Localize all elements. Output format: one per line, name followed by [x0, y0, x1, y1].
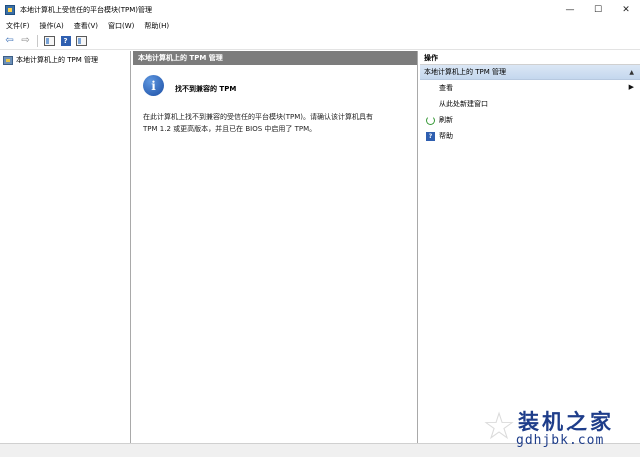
- action-new-window-label: 从此处新建窗口: [439, 100, 488, 108]
- menu-view[interactable]: 查看(V): [74, 21, 98, 31]
- show-hide-action-pane-button[interactable]: [75, 35, 88, 48]
- menu-file[interactable]: 文件(F): [6, 21, 30, 31]
- actions-pane: 操作 本地计算机上的 TPM 管理 ▲ 查看 ▶ 从此处新建窗口 刷新 ? 帮助: [420, 51, 640, 443]
- watermark: ☆ 装机之家 gdhjbk.com: [482, 403, 632, 451]
- window-controls: — ☐ ✕: [556, 0, 640, 19]
- collapse-caret-icon[interactable]: ▲: [629, 69, 634, 76]
- back-button[interactable]: ⇦: [3, 35, 16, 48]
- actions-section-header[interactable]: 本地计算机上的 TPM 管理 ▲: [420, 65, 640, 80]
- action-refresh-label: 刷新: [439, 116, 453, 124]
- maximize-button[interactable]: ☐: [584, 0, 612, 19]
- message-body-line-1: 在此计算机上找不到兼容的受信任的平台模块(TPM)。请确认该计算机具有: [143, 113, 373, 121]
- back-arrow-icon: ⇦: [5, 35, 14, 46]
- action-view[interactable]: 查看 ▶: [420, 80, 640, 96]
- result-pane: 本地计算机上的 TPM 管理 i 找不到兼容的 TPM 在此计算机上找不到兼容的…: [133, 51, 418, 443]
- watermark-title: 装机之家: [518, 409, 614, 434]
- toolbar: ⇦ ⇨ ?: [0, 33, 640, 50]
- submenu-arrow-icon: ▶: [628, 83, 634, 91]
- tree-item-tpm-management[interactable]: 本地计算机上的 TPM 管理: [3, 55, 98, 65]
- message-title: 找不到兼容的 TPM: [175, 85, 237, 93]
- watermark-url: gdhjbk.com: [516, 433, 605, 448]
- menu-window[interactable]: 窗口(W): [108, 21, 134, 31]
- console-tree-icon: [44, 36, 55, 46]
- show-hide-console-tree-button[interactable]: [43, 35, 56, 48]
- menu-action[interactable]: 操作(A): [40, 21, 64, 31]
- action-help-label: 帮助: [439, 132, 453, 140]
- console-tree-pane: 本地计算机上的 TPM 管理: [0, 51, 131, 443]
- window-title: 本地计算机上受信任的平台模块(TPM)管理: [20, 5, 152, 14]
- tpm-chip-icon: [3, 55, 13, 65]
- menu-help[interactable]: 帮助(H): [144, 21, 169, 31]
- message-body-line-2: TPM 1.2 或更高版本，并且已在 BIOS 中启用了 TPM。: [143, 125, 317, 133]
- close-button[interactable]: ✕: [612, 0, 640, 19]
- result-pane-header: 本地计算机上的 TPM 管理: [133, 51, 417, 65]
- toolbar-separator: [37, 35, 38, 47]
- action-pane-icon: [76, 36, 87, 46]
- help-icon: ?: [60, 36, 71, 46]
- action-new-window[interactable]: 从此处新建窗口: [420, 96, 640, 112]
- help-icon: ?: [426, 131, 435, 141]
- forward-button[interactable]: ⇨: [19, 35, 32, 48]
- title-bar: 本地计算机上受信任的平台模块(TPM)管理 — ☐ ✕: [0, 0, 640, 19]
- refresh-icon: [426, 115, 435, 125]
- message-body: 在此计算机上找不到兼容的受信任的平台模块(TPM)。请确认该计算机具有 TPM …: [143, 111, 403, 135]
- action-help[interactable]: ? 帮助: [420, 128, 640, 144]
- help-toolbar-button[interactable]: ?: [59, 35, 72, 48]
- watermark-star-icon: ☆: [482, 404, 517, 448]
- minimize-button[interactable]: —: [556, 0, 584, 19]
- action-view-label: 查看: [439, 84, 453, 92]
- menu-bar: 文件(F) 操作(A) 查看(V) 窗口(W) 帮助(H): [0, 19, 640, 33]
- tree-item-label: 本地计算机上的 TPM 管理: [16, 56, 98, 64]
- actions-pane-header: 操作: [420, 51, 640, 65]
- tpm-app-icon: [5, 4, 15, 15]
- info-icon: i: [143, 75, 164, 96]
- actions-section-title: 本地计算机上的 TPM 管理: [424, 68, 506, 76]
- action-refresh[interactable]: 刷新: [420, 112, 640, 128]
- forward-arrow-icon: ⇨: [21, 35, 30, 46]
